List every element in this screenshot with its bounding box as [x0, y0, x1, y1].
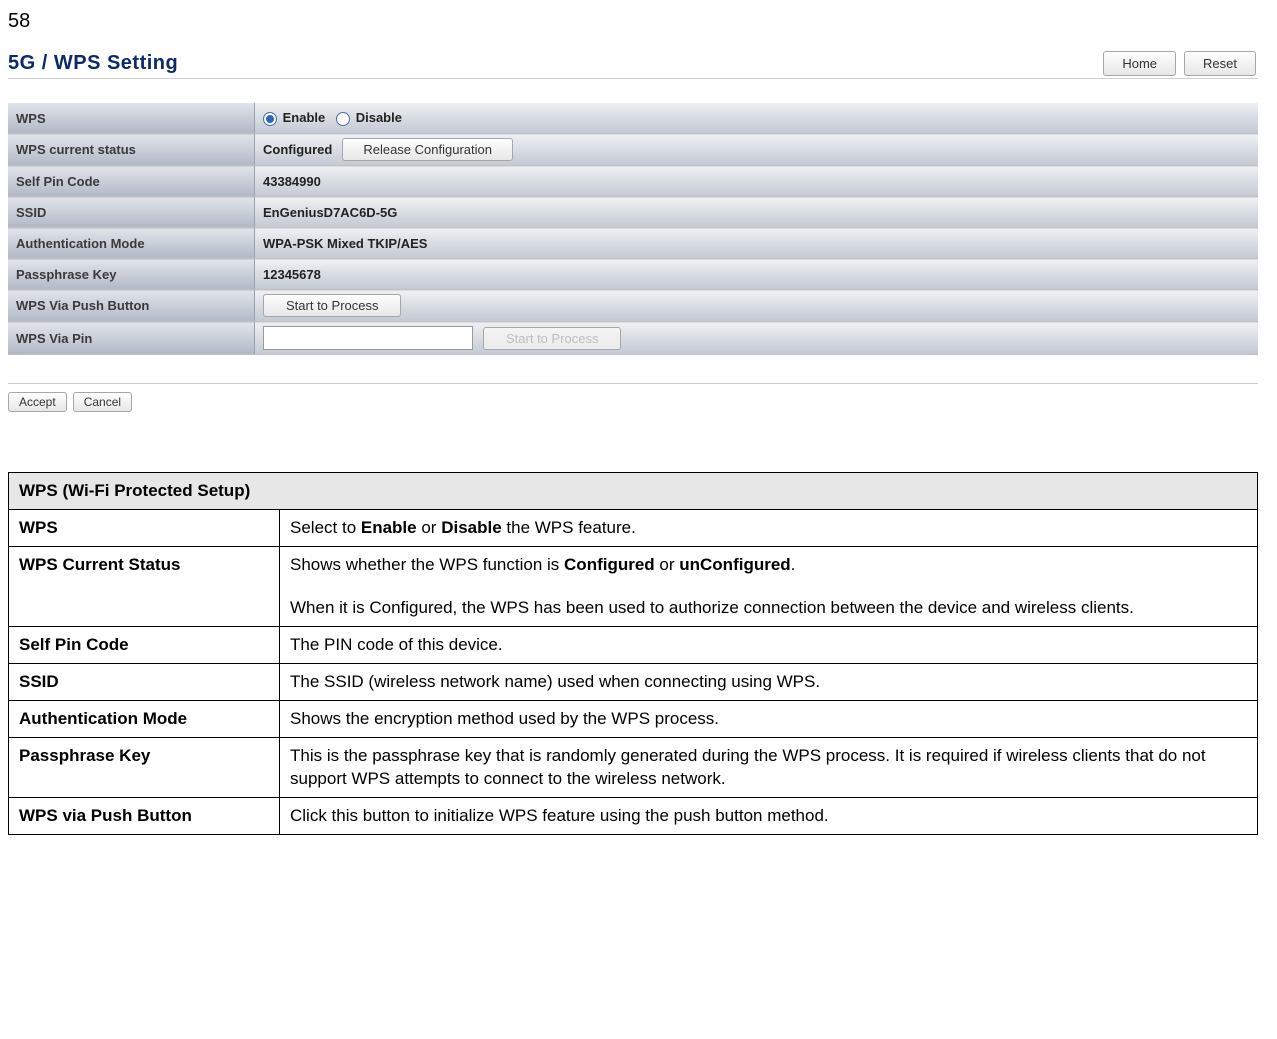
release-configuration-button[interactable]: Release Configuration: [342, 138, 513, 161]
desc-pass-label: Passphrase Key: [9, 737, 280, 798]
desc-auth-text: Shows the encryption method used by the …: [280, 700, 1258, 737]
t: .: [791, 555, 796, 574]
page-number: 58: [0, 0, 1277, 33]
row-status: WPS current status Configured Release Co…: [8, 134, 1258, 166]
row-selfpin: Self Pin Code 43384990: [8, 166, 1258, 197]
passphrase-value: 12345678: [255, 259, 1259, 290]
description-table: WPS (Wi-Fi Protected Setup) WPS Select t…: [8, 472, 1258, 835]
t: Select to: [290, 518, 361, 537]
status-value-cell: Configured Release Configuration: [255, 134, 1259, 166]
desc-row-push: WPS via Push Button Click this button to…: [9, 798, 1258, 835]
desc-ssid-label: SSID: [9, 663, 280, 700]
selfpin-label: Self Pin Code: [8, 166, 255, 197]
ssid-label: SSID: [8, 197, 255, 228]
desc-wps-text: Select to Enable or Disable the WPS feat…: [280, 509, 1258, 546]
desc-status-label: WPS Current Status: [9, 546, 280, 627]
wps-value-cell: Enable Disable: [255, 103, 1259, 134]
pushbutton-value-cell: Start to Process: [255, 290, 1259, 322]
desc-row-status: WPS Current Status Shows whether the WPS…: [9, 546, 1258, 627]
radio-disable-icon[interactable]: [336, 112, 350, 126]
passphrase-label: Passphrase Key: [8, 259, 255, 290]
reset-button[interactable]: Reset: [1184, 51, 1256, 76]
title-button-group: Home Reset: [1103, 51, 1256, 76]
wps-pin-input[interactable]: [263, 326, 473, 350]
desc-selfpin-label: Self Pin Code: [9, 627, 280, 664]
home-button[interactable]: Home: [1103, 51, 1176, 76]
desc-auth-label: Authentication Mode: [9, 700, 280, 737]
desc-row-auth: Authentication Mode Shows the encryption…: [9, 700, 1258, 737]
desc-push-label: WPS via Push Button: [9, 798, 280, 835]
pin-value-cell: Start to Process: [255, 322, 1259, 355]
start-process-pin-button[interactable]: Start to Process: [483, 327, 621, 350]
row-pin: WPS Via Pin Start to Process: [8, 322, 1258, 355]
t: unConfigured: [679, 555, 790, 574]
wps-label: WPS: [8, 103, 255, 134]
desc-pass-text: This is the passphrase key that is rando…: [280, 737, 1258, 798]
status-value: Configured: [263, 142, 332, 157]
row-wps: WPS Enable Disable: [8, 103, 1258, 134]
row-pushbutton: WPS Via Push Button Start to Process: [8, 290, 1258, 322]
t: Configured: [564, 555, 655, 574]
desc-push-text: Click this button to initialize WPS feat…: [280, 798, 1258, 835]
row-ssid: SSID EnGeniusD7AC6D-5G: [8, 197, 1258, 228]
desc-selfpin-text: The PIN code of this device.: [280, 627, 1258, 664]
config-table: WPS Enable Disable WPS current status Co…: [8, 103, 1258, 355]
t: When it is Configured, the WPS has been …: [290, 596, 1247, 620]
auth-value: WPA-PSK Mixed TKIP/AES: [255, 228, 1259, 259]
start-process-push-button[interactable]: Start to Process: [263, 294, 401, 317]
action-row: Accept Cancel: [8, 383, 1258, 412]
selfpin-value: 43384990: [255, 166, 1259, 197]
desc-status-text: Shows whether the WPS function is Config…: [280, 546, 1258, 627]
wps-enable-text: Enable: [283, 110, 326, 125]
row-passphrase: Passphrase Key 12345678: [8, 259, 1258, 290]
radio-enable-icon[interactable]: [263, 112, 277, 126]
desc-row-passphrase: Passphrase Key This is the passphrase ke…: [9, 737, 1258, 798]
desc-header: WPS (Wi-Fi Protected Setup): [9, 473, 1258, 510]
title-bar: 5G / WPS Setting Home Reset: [8, 47, 1258, 79]
t: Shows whether the WPS function is: [290, 555, 564, 574]
pushbutton-label: WPS Via Push Button: [8, 290, 255, 322]
page-title: 5G / WPS Setting: [8, 52, 178, 75]
status-label: WPS current status: [8, 134, 255, 166]
t: Enable: [361, 518, 417, 537]
accept-button[interactable]: Accept: [8, 392, 67, 412]
desc-row-wps: WPS Select to Enable or Disable the WPS …: [9, 509, 1258, 546]
desc-header-row: WPS (Wi-Fi Protected Setup): [9, 473, 1258, 510]
t: or: [417, 518, 442, 537]
t: the WPS feature.: [502, 518, 636, 537]
t: Disable: [441, 518, 501, 537]
cancel-button[interactable]: Cancel: [73, 392, 132, 412]
desc-row-ssid: SSID The SSID (wireless network name) us…: [9, 663, 1258, 700]
desc-row-selfpin: Self Pin Code The PIN code of this devic…: [9, 627, 1258, 664]
auth-label: Authentication Mode: [8, 228, 255, 259]
row-auth: Authentication Mode WPA-PSK Mixed TKIP/A…: [8, 228, 1258, 259]
router-config-screenshot: 5G / WPS Setting Home Reset WPS Enable D…: [8, 47, 1258, 355]
desc-wps-label: WPS: [9, 509, 280, 546]
wps-disable-text: Disable: [356, 110, 402, 125]
t: or: [655, 555, 680, 574]
ssid-value: EnGeniusD7AC6D-5G: [255, 197, 1259, 228]
desc-ssid-text: The SSID (wireless network name) used wh…: [280, 663, 1258, 700]
pin-label: WPS Via Pin: [8, 322, 255, 355]
